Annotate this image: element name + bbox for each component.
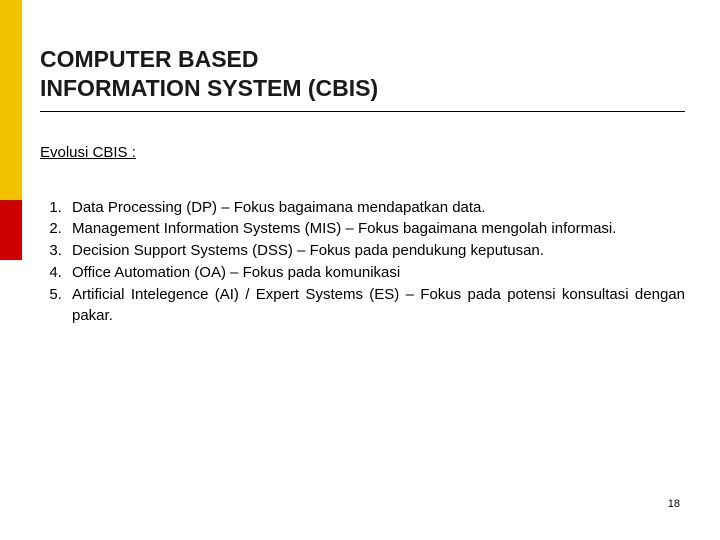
title-rule [40, 111, 685, 112]
page-number: 18 [668, 498, 680, 510]
list-item: Decision Support Systems (DSS) – Fokus p… [66, 240, 685, 262]
list-item: Office Automation (OA) – Fokus pada komu… [66, 262, 685, 284]
accent-bar-red [0, 200, 22, 260]
page-title: COMPUTER BASED INFORMATION SYSTEM (CBIS) [40, 45, 685, 103]
title-line-2: INFORMATION SYSTEM (CBIS) [40, 75, 378, 101]
list-item: Artificial Intelegence (AI) / Expert Sys… [66, 284, 685, 328]
list-item: Data Processing (DP) – Fokus bagaimana m… [66, 197, 685, 219]
accent-bar-yellow [0, 0, 22, 200]
subheading: Evolusi CBIS : [40, 144, 685, 161]
title-line-1: COMPUTER BASED [40, 46, 259, 72]
slide-content: COMPUTER BASED INFORMATION SYSTEM (CBIS)… [40, 45, 685, 327]
list-item: Management Information Systems (MIS) – F… [66, 218, 685, 240]
evolution-list: Data Processing (DP) – Fokus bagaimana m… [40, 197, 685, 328]
